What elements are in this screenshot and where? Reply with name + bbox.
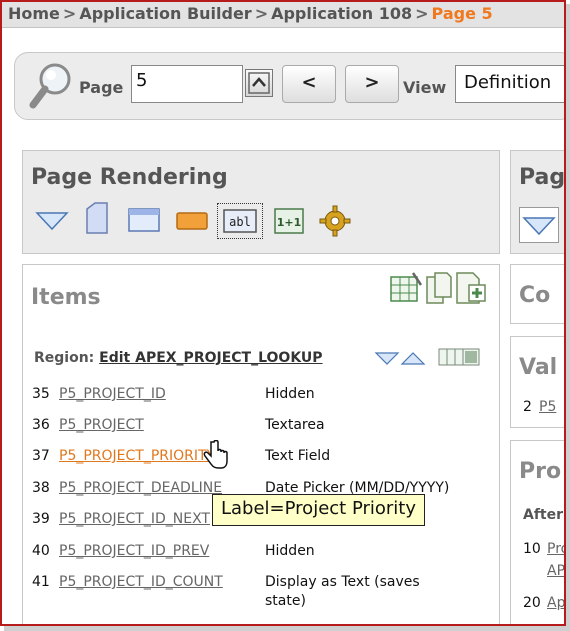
svg-text:abl: abl (229, 215, 251, 229)
processes-after-label: After (523, 507, 564, 523)
item-type: Display as Text (saves (265, 574, 420, 590)
validation-link[interactable]: P5 (539, 399, 556, 415)
sort-order-icon[interactable] (374, 350, 428, 370)
breadcrumb-separator: > (254, 4, 269, 23)
item-sequence: 38 (32, 480, 50, 496)
page-rendering-panel: Page Rendering abl 1+1 (22, 150, 500, 254)
region-edit-link[interactable]: Edit APEX_PROJECT_LOOKUP (99, 350, 322, 366)
copy-icon[interactable] (425, 271, 455, 309)
frame-shadow (4, 626, 570, 631)
page-rendering-title: Page Rendering (31, 165, 228, 190)
frame-shadow (566, 4, 570, 631)
item-sequence: 40 (32, 543, 50, 559)
item-link[interactable]: P5_PROJECT (59, 417, 144, 433)
process-sequence: 20 (523, 595, 541, 611)
breadcrumb-current-page: Page 5 (431, 4, 493, 23)
item-link[interactable]: P5_PROJECT_ID_PREV (59, 543, 209, 559)
collapse-all-icon[interactable] (35, 209, 69, 237)
item-link[interactable]: P5_PROJECT_DEADLINE (59, 480, 222, 496)
breadcrumb: Home > Application Builder > Application 108… (2, 2, 564, 28)
item-sequence: 36 (32, 417, 50, 433)
items-panel: Items (22, 264, 500, 624)
item-link[interactable]: P5_PROJECT_ID_COUNT (59, 574, 223, 590)
item-type-continued: state) (265, 593, 306, 609)
tooltip: Label=Project Priority (212, 494, 426, 526)
breadcrumb-separator: > (62, 4, 77, 23)
item-sequence: 41 (32, 574, 50, 590)
computations-title: Co (519, 283, 551, 308)
svg-text:1+1: 1+1 (277, 216, 302, 229)
page-finder-toolbar: Page 5 < > View Definition (14, 52, 564, 120)
processes-panel: Pro After 10 Pro AP 20 Ap (510, 440, 564, 624)
breadcrumb-application[interactable]: Application 108 (271, 4, 412, 23)
page-label: Page (79, 78, 124, 97)
process-link[interactable]: Pro (547, 541, 564, 557)
page-icon[interactable] (83, 201, 111, 239)
item-link[interactable]: P5_PROJECT_ID_NEXT (59, 511, 210, 527)
item-link-hovered[interactable]: P5_PROJECT_PRIORITY (59, 448, 215, 464)
item-sequence: 35 (32, 386, 50, 402)
view-label: View (403, 78, 447, 97)
item-link[interactable]: P5_PROJECT_ID (59, 386, 166, 402)
button-icon[interactable] (175, 211, 209, 235)
region-icon[interactable] (127, 207, 161, 237)
item-type: Hidden (265, 386, 315, 402)
grid-layout-icon[interactable] (438, 348, 480, 370)
page-number-input[interactable]: 5 (131, 65, 243, 103)
breadcrumb-home[interactable]: Home (8, 4, 60, 23)
process-link-continued[interactable]: AP (547, 563, 564, 579)
computations-panel: Co (510, 264, 564, 324)
search-icon[interactable] (29, 61, 73, 111)
breadcrumb-separator: > (415, 4, 429, 23)
item-sequence: 37 (32, 448, 50, 464)
page-processing-title: Pag (519, 165, 566, 190)
item-type: Textarea (265, 417, 325, 433)
page-list-button[interactable] (245, 69, 273, 97)
item-type: Hidden (265, 543, 315, 559)
grid-edit-icon[interactable] (389, 271, 423, 309)
chevron-up-icon (248, 72, 270, 94)
app-frame: Home > Application Builder > Application 108… (0, 0, 566, 626)
items-title: Items (31, 285, 101, 310)
previous-page-button[interactable]: < (282, 65, 336, 103)
view-select[interactable]: Definition (455, 65, 564, 103)
process-sequence: 10 (523, 541, 541, 557)
next-page-button[interactable]: > (345, 65, 399, 103)
region-label: Region: (34, 350, 95, 366)
item-sequence: 39 (32, 511, 50, 527)
item-icon[interactable]: abl (217, 203, 263, 239)
validations-panel: Val 2 P5 (510, 336, 564, 428)
process-gear-icon[interactable] (319, 205, 351, 241)
validations-title: Val (519, 355, 558, 380)
process-link[interactable]: Ap (547, 595, 564, 611)
processes-title: Pro (519, 459, 562, 484)
hand-cursor-icon (203, 440, 228, 469)
page-processing-panel: Pag (510, 150, 566, 254)
add-item-icon[interactable] (455, 271, 487, 309)
item-type: Text Field (265, 448, 331, 464)
breadcrumb-application-builder[interactable]: Application Builder (79, 4, 251, 23)
computation-icon[interactable]: 1+1 (273, 207, 305, 239)
region-heading: Region: Edit APEX_PROJECT_LOOKUP (34, 350, 323, 366)
validation-sequence: 2 (523, 399, 532, 415)
collapse-icon[interactable] (519, 207, 559, 243)
